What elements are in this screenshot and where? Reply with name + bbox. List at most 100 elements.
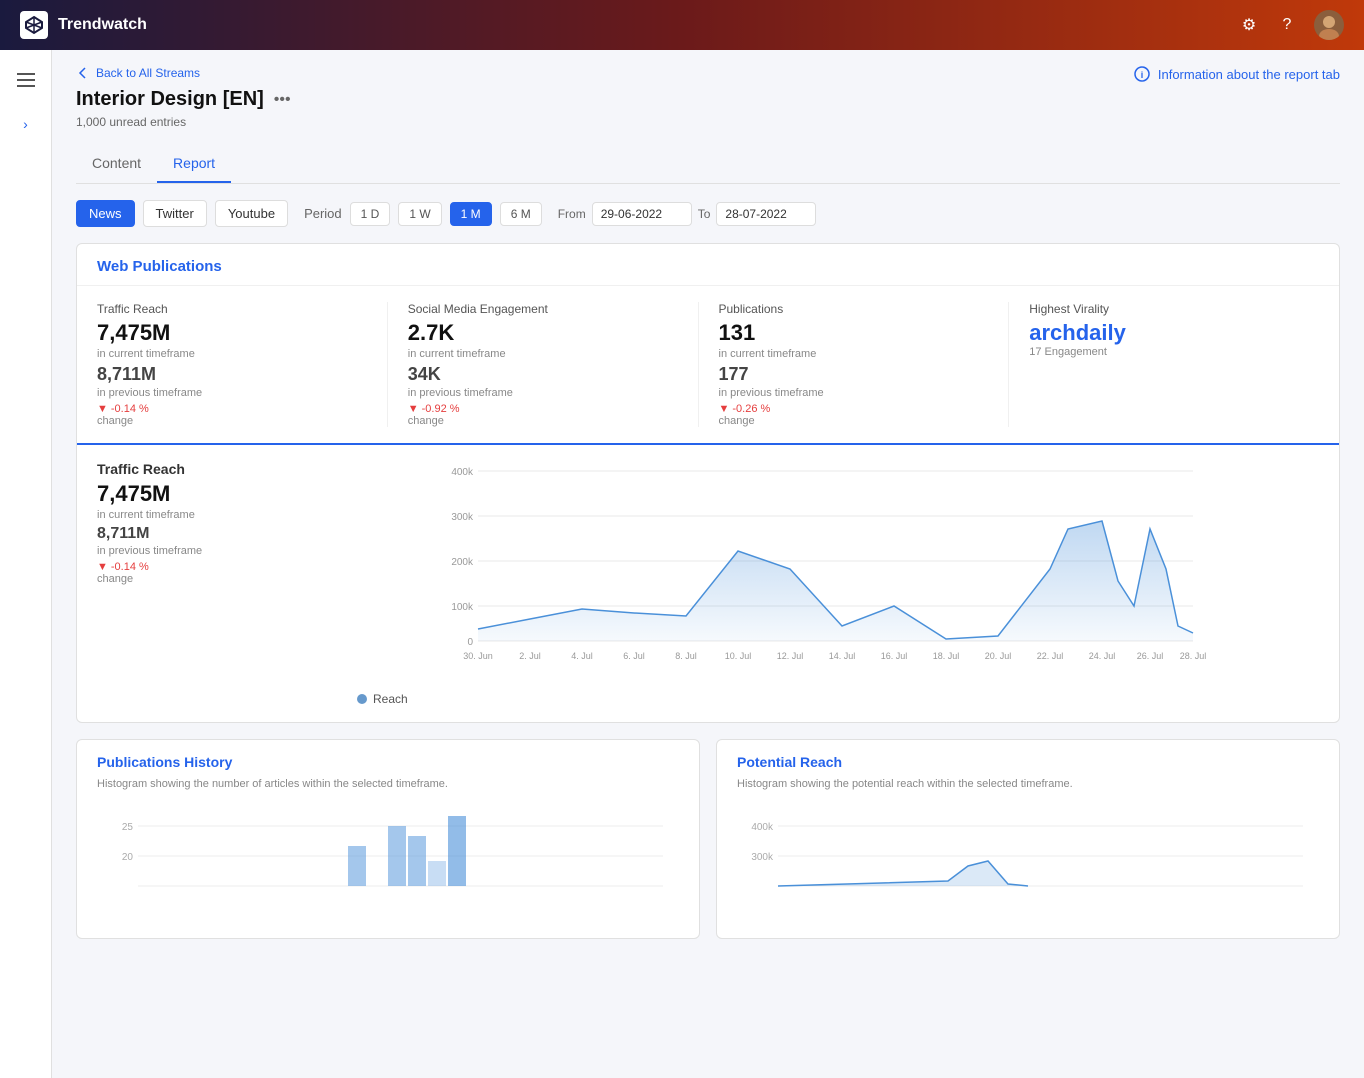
to-label: To	[698, 207, 711, 221]
legend-reach-dot	[357, 694, 367, 704]
social-engagement-change: ▼ -0.92 %	[408, 403, 678, 415]
period-label: Period	[304, 206, 342, 221]
publications-history-chart: 25 20	[77, 806, 699, 926]
publications-change-label: change	[719, 415, 989, 427]
settings-icon[interactable]: ⚙	[1238, 14, 1260, 36]
breadcrumb[interactable]: Back to All Streams	[76, 66, 291, 80]
chart-area: 400k 300k 200k 100k 0	[317, 461, 1319, 706]
svg-text:24. Jul: 24. Jul	[1089, 651, 1116, 661]
social-engagement-change-label: change	[408, 415, 678, 427]
header-right: ⚙ ?	[1238, 10, 1344, 40]
stat-traffic-reach: Traffic Reach 7,475M in current timefram…	[97, 302, 388, 427]
sidebar-menu-icon[interactable]	[12, 66, 40, 94]
svg-text:18. Jul: 18. Jul	[933, 651, 960, 661]
traffic-reach-change: ▼ -0.14 %	[97, 403, 367, 415]
svg-text:12. Jul: 12. Jul	[777, 651, 804, 661]
chart-legend: Reach	[317, 684, 1319, 706]
svg-text:20. Jul: 20. Jul	[985, 651, 1012, 661]
svg-text:400k: 400k	[751, 822, 774, 833]
user-avatar[interactable]	[1314, 10, 1344, 40]
main-layout: › Back to All Streams Interior Design [E…	[0, 50, 1364, 1078]
publications-history-title: Publications History	[77, 740, 699, 774]
web-publications-title: Web Publications	[77, 244, 1339, 286]
svg-text:4. Jul: 4. Jul	[571, 651, 593, 661]
traffic-chart-svg: 400k 300k 200k 100k 0	[317, 461, 1319, 681]
more-options-button[interactable]: •••	[274, 91, 291, 109]
potential-reach-title: Potential Reach	[717, 740, 1339, 774]
tab-content[interactable]: Content	[76, 145, 157, 183]
chart-left-stats: Traffic Reach 7,475M in current timefram…	[97, 461, 317, 706]
svg-text:26. Jul: 26. Jul	[1137, 651, 1164, 661]
chart-prev-label: in previous timeframe	[97, 545, 297, 557]
bottom-row: Publications History Histogram showing t…	[76, 739, 1340, 939]
header-left: Trendwatch	[20, 11, 147, 39]
svg-text:6. Jul: 6. Jul	[623, 651, 645, 661]
down-arrow-icon: ▼	[97, 561, 108, 573]
from-date-input[interactable]	[592, 202, 692, 226]
web-publications-card: Web Publications Traffic Reach 7,475M in…	[76, 243, 1340, 723]
social-engagement-prev-label: in previous timeframe	[408, 387, 678, 399]
down-arrow-icon: ▼	[97, 403, 108, 415]
down-arrow-icon: ▼	[719, 403, 730, 415]
traffic-reach-current-label: in current timeframe	[97, 348, 367, 360]
publications-prev: 177	[719, 364, 989, 385]
source-news-button[interactable]: News	[76, 200, 135, 227]
highest-virality-engagement: 17 Engagement	[1029, 346, 1299, 358]
stat-publications: Publications 131 in current timeframe 17…	[719, 302, 1010, 427]
stat-highest-virality: Highest Virality archdaily 17 Engagement	[1029, 302, 1319, 427]
publications-history-card: Publications History Histogram showing t…	[76, 739, 700, 939]
chart-title: Traffic Reach	[97, 461, 297, 477]
potential-reach-chart: 400k 300k	[717, 806, 1339, 926]
source-twitter-button[interactable]: Twitter	[143, 200, 207, 227]
publications-history-desc: Histogram showing the number of articles…	[77, 774, 699, 806]
highest-virality-value: archdaily	[1029, 320, 1299, 346]
publications-history-svg: 25 20	[97, 806, 679, 926]
sidebar: ›	[0, 50, 52, 1078]
svg-text:400k: 400k	[451, 467, 474, 478]
help-icon[interactable]: ?	[1276, 14, 1298, 36]
svg-text:28. Jul: 28. Jul	[1180, 651, 1207, 661]
main-content: Back to All Streams Interior Design [EN]…	[52, 50, 1364, 1078]
tab-bar: Content Report	[76, 145, 1340, 184]
to-date-input[interactable]	[716, 202, 816, 226]
publications-prev-label: in previous timeframe	[719, 387, 989, 399]
social-engagement-value: 2.7K	[408, 320, 678, 346]
traffic-chart-section: Traffic Reach 7,475M in current timefram…	[77, 443, 1339, 722]
svg-text:8. Jul: 8. Jul	[675, 651, 697, 661]
from-label: From	[558, 207, 586, 221]
social-engagement-label: Social Media Engagement	[408, 302, 678, 316]
svg-text:100k: 100k	[451, 602, 474, 613]
svg-text:i: i	[1141, 70, 1144, 80]
chart-change-label: change	[97, 573, 297, 585]
svg-text:14. Jul: 14. Jul	[829, 651, 856, 661]
svg-text:300k: 300k	[451, 512, 474, 523]
tab-report[interactable]: Report	[157, 145, 231, 183]
logo-icon[interactable]	[20, 11, 48, 39]
traffic-reach-prev-label: in previous timeframe	[97, 387, 367, 399]
publications-current-label: in current timeframe	[719, 348, 989, 360]
svg-text:22. Jul: 22. Jul	[1037, 651, 1064, 661]
info-link[interactable]: i Information about the report tab	[1134, 66, 1340, 82]
social-engagement-current-label: in current timeframe	[408, 348, 678, 360]
sidebar-expand-icon[interactable]: ›	[12, 110, 40, 138]
chart-value: 7,475M	[97, 481, 297, 507]
stat-social-engagement: Social Media Engagement 2.7K in current …	[408, 302, 699, 427]
svg-text:20: 20	[122, 852, 134, 863]
period-1w-button[interactable]: 1 W	[398, 202, 441, 226]
svg-text:2. Jul: 2. Jul	[519, 651, 541, 661]
period-1m-button[interactable]: 1 M	[450, 202, 492, 226]
svg-text:10. Jul: 10. Jul	[725, 651, 752, 661]
publications-value: 131	[719, 320, 989, 346]
date-range: From To	[558, 202, 817, 226]
period-1d-button[interactable]: 1 D	[350, 202, 391, 226]
publications-label: Publications	[719, 302, 989, 316]
svg-text:30. Jun: 30. Jun	[463, 651, 493, 661]
svg-text:200k: 200k	[451, 557, 474, 568]
period-6m-button[interactable]: 6 M	[500, 202, 542, 226]
header: Trendwatch ⚙ ?	[0, 0, 1364, 50]
svg-text:300k: 300k	[751, 852, 774, 863]
page-header: Interior Design [EN] •••	[76, 88, 291, 111]
down-arrow-icon: ▼	[408, 403, 419, 415]
source-youtube-button[interactable]: Youtube	[215, 200, 288, 227]
traffic-reach-value: 7,475M	[97, 320, 367, 346]
